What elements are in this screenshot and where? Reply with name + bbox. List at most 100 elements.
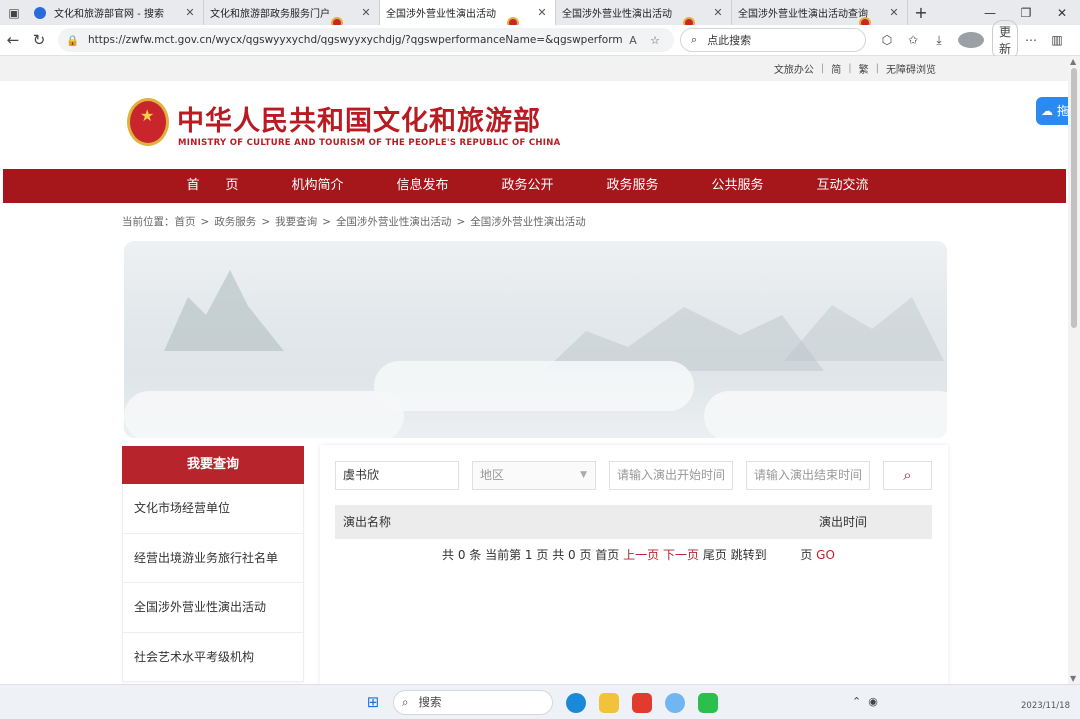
- web-page: 文旅办公 | 简 | 繁 | 无障碍浏览 中华人民共和国文化和旅游部 MINISTRY…: [0, 56, 1068, 684]
- close-icon[interactable]: ✕: [359, 6, 373, 19]
- sidebar-item-art-exam[interactable]: 社会艺术水平考级机构: [122, 632, 304, 682]
- nav-item-news[interactable]: 信息发布: [370, 169, 475, 203]
- prev-page-link[interactable]: 上一页: [623, 548, 659, 562]
- scrollbar-thumb[interactable]: [1071, 68, 1077, 328]
- search-icon: ⌕: [691, 33, 698, 46]
- next-page-link[interactable]: 下一页: [663, 548, 699, 562]
- performance-name-input[interactable]: 虞书欣: [335, 461, 459, 490]
- breadcrumb-link[interactable]: 首页: [175, 216, 196, 228]
- last-page-link[interactable]: 尾页: [703, 548, 727, 562]
- sidebar-item-travel-agency[interactable]: 经营出境游业务旅行社名单: [122, 533, 304, 583]
- refresh-icon[interactable]: ↻: [26, 31, 52, 49]
- favorite-star-icon[interactable]: ☆: [644, 34, 666, 47]
- end-time-input[interactable]: 请输入演出结束时间: [746, 461, 870, 490]
- column-header-time: 演出时间: [819, 515, 868, 529]
- browser-tab[interactable]: 文化和旅游部政务服务门户✕: [204, 0, 380, 25]
- browser-tab[interactable]: 全国涉外营业性演出活动✕: [556, 0, 732, 25]
- cloud-shape: [124, 391, 404, 438]
- sidebar-item-performance[interactable]: 全国涉外营业性演出活动: [122, 583, 304, 633]
- search-placeholder: 点此搜索: [707, 34, 752, 47]
- window-controls: — ❐ ✕: [972, 6, 1080, 20]
- start-time-input[interactable]: 请输入演出开始时间: [609, 461, 733, 490]
- top-link-office[interactable]: 文旅办公: [774, 61, 814, 76]
- top-link-simplified[interactable]: 简: [831, 61, 841, 76]
- wechat-icon[interactable]: [698, 693, 718, 713]
- search-favicon-icon: [34, 6, 46, 19]
- wps-office-icon[interactable]: [632, 693, 652, 713]
- emblem-favicon-icon: [683, 17, 709, 25]
- more-icon[interactable]: ⋯: [1018, 33, 1044, 47]
- network-icon[interactable]: ◉: [868, 695, 878, 708]
- query-panel: 虞书欣 地区 ▼ 请输入演出开始时间 请输入演出结束时间 ⌕ 演出名称 演出时间 …: [320, 445, 948, 684]
- page-scrollbar[interactable]: ▲ ▼: [1068, 56, 1080, 684]
- top-link-accessibility[interactable]: 无障碍浏览: [886, 61, 936, 76]
- site-logo-subtitle: MINISTRY OF CULTURE AND TOURISM OF THE P…: [178, 138, 561, 148]
- nav-item-public[interactable]: 公共服务: [685, 169, 790, 203]
- sidebar-toggle-icon[interactable]: ▥: [1044, 33, 1070, 47]
- top-link-traditional[interactable]: 繁: [859, 61, 869, 76]
- query-sidebar: 我要查询 文化市场经营单位 经营出境游业务旅行社名单 全国涉外营业性演出活动 社…: [122, 446, 304, 682]
- scroll-down-icon[interactable]: ▼: [1070, 674, 1076, 683]
- url-field[interactable]: 🔒 https://zwfw.mct.gov.cn/wycx/qgswyyxyc…: [58, 28, 674, 52]
- breadcrumb-prefix: 当前位置：: [122, 216, 175, 228]
- close-window-icon[interactable]: ✕: [1044, 6, 1080, 20]
- restore-icon[interactable]: ❐: [1008, 6, 1044, 20]
- chevron-up-icon[interactable]: ⌃: [852, 695, 861, 708]
- back-icon[interactable]: ←: [0, 31, 26, 49]
- breadcrumb: 当前位置：首页 > 政务服务 > 我要查询 > 全国涉外营业性演出活动 > 全国涉外营业性演出活…: [122, 216, 586, 228]
- mountain-shape: [784, 297, 944, 361]
- mountain-shape: [164, 270, 284, 351]
- cloud-icon: ☁: [1041, 104, 1053, 118]
- sidebar-item-market[interactable]: 文化市场经营单位: [122, 484, 304, 534]
- taskbar: ⊞ ⌕ 搜索 ⌃ ◉ 2023/11/18: [0, 684, 1080, 719]
- site-logo-title[interactable]: 中华人民共和国文化和旅游部: [177, 99, 541, 138]
- taskbar-search[interactable]: ⌕ 搜索: [393, 690, 553, 715]
- breadcrumb-link[interactable]: 全国涉外营业性演出活动: [336, 216, 452, 228]
- clock[interactable]: 2023/11/18: [1021, 701, 1070, 711]
- lock-icon[interactable]: 🔒: [66, 34, 80, 47]
- minimize-icon[interactable]: —: [972, 6, 1008, 20]
- favorites-icon[interactable]: ✩: [900, 33, 926, 47]
- read-aloud-icon[interactable]: A: [622, 34, 644, 47]
- update-button[interactable]: 更新: [992, 20, 1018, 60]
- close-icon[interactable]: ✕: [183, 6, 197, 19]
- windows-start-icon[interactable]: ⊞: [364, 693, 382, 711]
- jump-label: 跳转到: [730, 548, 767, 562]
- cloud-shape: [704, 391, 947, 438]
- breadcrumb-link[interactable]: 我要查询: [275, 216, 317, 228]
- region-placeholder: 地区: [480, 468, 505, 482]
- tab-actions-icon[interactable]: ▣: [0, 0, 28, 25]
- divider: |: [875, 63, 879, 74]
- breadcrumb-link[interactable]: 政务服务: [214, 216, 256, 228]
- extensions-icon[interactable]: ⬡: [874, 33, 900, 47]
- avatar[interactable]: [958, 32, 984, 48]
- nav-item-services[interactable]: 政务服务: [580, 169, 685, 203]
- url-text: https://zwfw.mct.gov.cn/wycx/qgswyyxychd…: [88, 34, 622, 46]
- edge-browser-icon[interactable]: [566, 693, 586, 713]
- browser-tab-active[interactable]: 全国涉外营业性演出活动✕: [380, 0, 556, 25]
- close-icon[interactable]: ✕: [535, 6, 549, 19]
- current-page: 当前第 1 页: [485, 548, 549, 562]
- national-emblem-icon[interactable]: [127, 98, 169, 146]
- region-select[interactable]: 地区 ▼: [472, 461, 596, 490]
- nav-item-interaction[interactable]: 互动交流: [790, 169, 895, 203]
- search-icon: ⌕: [903, 466, 912, 484]
- downloads-icon[interactable]: ⤓: [926, 33, 952, 48]
- nav-item-about[interactable]: 机构简介: [265, 169, 370, 203]
- file-explorer-icon[interactable]: [599, 693, 619, 713]
- browser-tab[interactable]: 文化和旅游部官网 - 搜索 ✕: [28, 0, 204, 25]
- close-icon[interactable]: ✕: [711, 6, 725, 19]
- first-page-link[interactable]: 首页: [595, 548, 619, 562]
- close-icon[interactable]: ✕: [887, 6, 901, 19]
- results-table-header: 演出名称 演出时间: [335, 505, 932, 539]
- cloud-shape: [374, 361, 694, 411]
- browser-search-field[interactable]: ⌕ 点此搜索: [680, 28, 866, 52]
- toolbar-icons: ⬡ ✩ ⤓ 更新 ⋯ ▥: [874, 20, 1070, 60]
- scroll-up-icon[interactable]: ▲: [1070, 57, 1076, 66]
- nav-item-home[interactable]: 首 页: [160, 169, 265, 203]
- cloud-app-icon[interactable]: [665, 693, 685, 713]
- nav-item-disclosure[interactable]: 政务公开: [475, 169, 580, 203]
- search-button[interactable]: ⌕: [883, 461, 932, 490]
- go-button[interactable]: GO: [816, 548, 835, 562]
- divider: |: [848, 63, 852, 74]
